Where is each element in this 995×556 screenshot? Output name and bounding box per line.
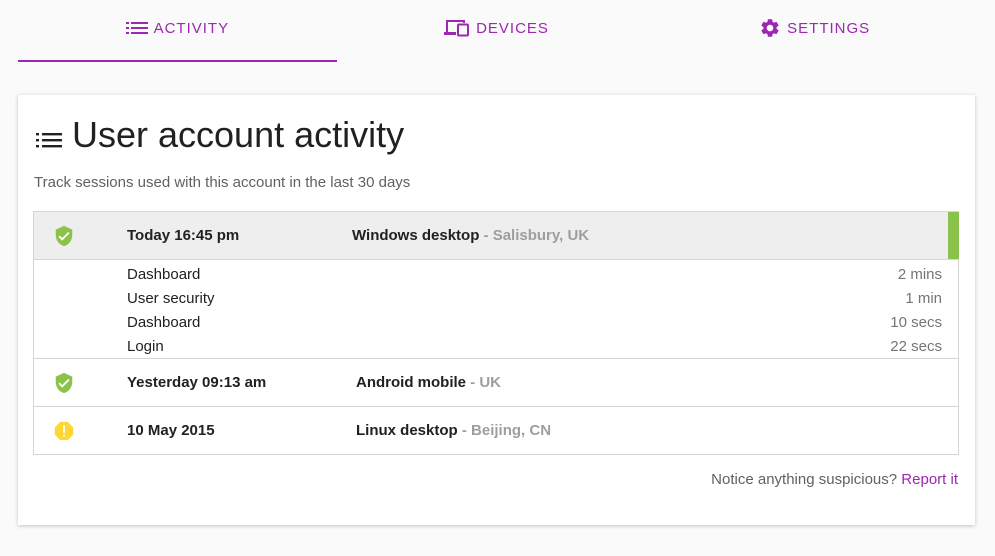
- warning-icon: [53, 420, 75, 442]
- session-location: - Beijing, CN: [457, 422, 552, 439]
- session-location: - UK: [466, 374, 501, 391]
- detail-line: Dashboard 2 mins: [127, 262, 942, 286]
- shield-check-icon: [53, 225, 75, 247]
- detail-duration: 10 secs: [890, 313, 942, 331]
- suspicious-activity-note: Notice anything suspicious? Report it: [711, 471, 958, 488]
- session-row[interactable]: 10 May 2015 Linux desktop - Beijing, CN: [34, 406, 958, 454]
- card-header: User account activity: [36, 113, 404, 157]
- tab-settings[interactable]: SETTINGS: [655, 0, 974, 62]
- session-row[interactable]: Today 16:45 pm Windows desktop - Salisbu…: [34, 212, 959, 260]
- suspicious-question: Notice anything suspicious?: [711, 471, 898, 488]
- detail-duration: 1 min: [905, 289, 942, 307]
- tab-bar: ACTIVITY DEVICES SETTINGS: [18, 0, 974, 62]
- list-icon: [36, 131, 62, 149]
- detail-line: Login 22 secs: [127, 334, 942, 358]
- tab-activity[interactable]: ACTIVITY: [18, 0, 337, 62]
- session-time: Today 16:45 pm: [127, 227, 240, 244]
- session-time: 10 May 2015: [127, 422, 215, 439]
- detail-duration: 2 mins: [897, 265, 942, 283]
- tab-devices-label: DEVICES: [476, 19, 549, 37]
- sessions-table: Today 16:45 pm Windows desktop - Salisbu…: [33, 211, 959, 455]
- tab-activity-label: ACTIVITY: [153, 19, 230, 37]
- detail-line: User security 1 min: [127, 286, 942, 310]
- shield-check-icon: [53, 372, 75, 394]
- session-device: Linux desktop - Beijing, CN: [356, 422, 551, 439]
- page-title: User account activity: [72, 114, 405, 155]
- page-subtitle: Track sessions used with this account in…: [34, 174, 411, 191]
- tab-settings-label: SETTINGS: [787, 19, 871, 37]
- detail-line: Dashboard 10 secs: [127, 310, 942, 334]
- report-link[interactable]: Report it: [901, 471, 958, 488]
- devices-icon: [443, 18, 470, 38]
- gear-icon: [759, 17, 781, 39]
- session-device-name: Windows desktop: [352, 227, 480, 244]
- activity-card: User account activity Track sessions use…: [18, 95, 975, 525]
- session-device: Android mobile - UK: [356, 374, 501, 391]
- session-device: Windows desktop - Salisbury, UK: [352, 227, 589, 244]
- detail-duration: 22 secs: [890, 337, 942, 355]
- list-icon: [125, 20, 148, 36]
- session-details: Dashboard 2 mins User security 1 min Das…: [34, 260, 958, 358]
- detail-page: Dashboard: [127, 265, 201, 283]
- detail-page: Login: [127, 337, 164, 355]
- session-location: - Salisbury, UK: [479, 227, 590, 244]
- session-time: Yesterday 09:13 am: [127, 374, 267, 391]
- detail-page: User security: [127, 289, 215, 307]
- tab-devices[interactable]: DEVICES: [337, 0, 656, 62]
- session-device-name: Linux desktop: [356, 422, 458, 439]
- session-row[interactable]: Yesterday 09:13 am Android mobile - UK: [34, 358, 958, 406]
- detail-page: Dashboard: [127, 313, 201, 331]
- session-device-name: Android mobile: [356, 374, 466, 391]
